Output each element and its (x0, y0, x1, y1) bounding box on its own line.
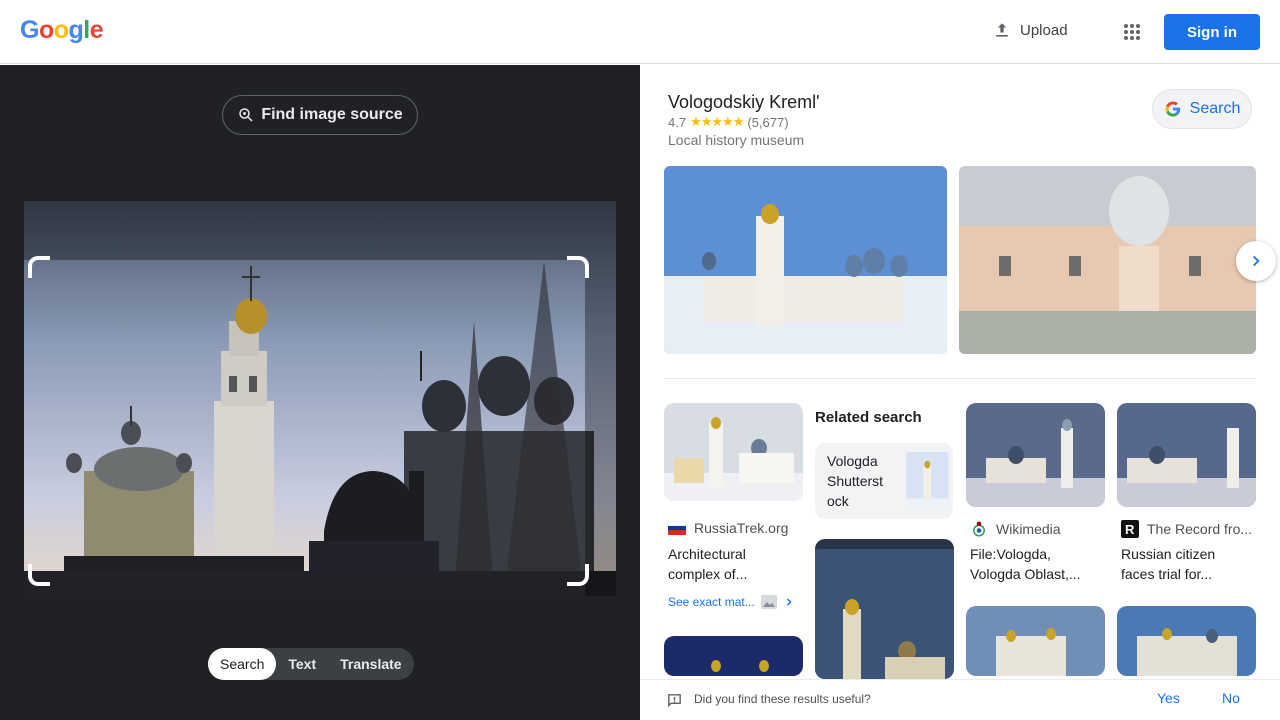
result-source-label: Wikimedia (996, 521, 1061, 537)
result-source-label: The Record fro... (1147, 521, 1253, 537)
entity-rating: 4.7 ★★★★★ (5,677) (668, 114, 789, 130)
kremlin-photo (24, 201, 616, 596)
tab-text[interactable]: Text (276, 648, 328, 680)
result-image[interactable] (664, 636, 803, 676)
lens-search-icon (239, 108, 253, 122)
result-source[interactable]: RussiaTrek.org (668, 520, 788, 536)
see-exact-label: See exact mat... (668, 595, 755, 609)
upload-button[interactable]: Upload (992, 20, 1068, 40)
result-source[interactable]: R The Record fro... (1121, 520, 1252, 538)
section-divider (664, 378, 1256, 379)
russia-flag-icon (668, 521, 686, 535)
google-g-icon (1165, 101, 1180, 117)
thumbnail-icon (760, 595, 777, 609)
result-title[interactable]: Architectural complex of... (668, 544, 798, 584)
wikimedia-icon (973, 521, 985, 537)
see-exact-matches-link[interactable]: See exact mat... (668, 595, 795, 609)
sign-in-button[interactable]: Sign in (1164, 14, 1260, 50)
entity-type: Local history museum (668, 132, 805, 148)
crop-handle-bottom-right[interactable] (567, 564, 589, 586)
rating-value: 4.7 (668, 114, 687, 130)
tab-search[interactable]: Search (208, 648, 277, 680)
logo-letter: o (53, 16, 69, 44)
chevron-right-icon (786, 598, 792, 606)
related-search-thumbnail (906, 452, 949, 510)
related-search-card[interactable]: Vologda Shutterst ock (815, 443, 953, 519)
crop-handle-bottom-left[interactable] (28, 564, 50, 586)
gallery-next-button[interactable] (1236, 241, 1276, 281)
review-count: (5,677) (747, 114, 789, 130)
google-logo[interactable]: Google (20, 16, 104, 45)
find-image-source-button[interactable]: Find image source (222, 95, 418, 135)
the-record-icon: R (1121, 520, 1139, 538)
mode-tabs: Search Text Translate (208, 648, 414, 680)
result-title[interactable]: Russian citizen faces trial for... (1121, 544, 1251, 584)
result-image[interactable] (966, 403, 1105, 507)
upload-label: Upload (1020, 21, 1068, 39)
tab-translate[interactable]: Translate (328, 648, 413, 680)
gallery-image[interactable] (664, 166, 947, 354)
result-image[interactable] (1117, 403, 1256, 507)
related-search-heading: Related search (815, 409, 922, 426)
star-rating-icon: ★★★★★ (690, 114, 744, 129)
feedback-bar: Did you find these results useful? Yes N… (640, 679, 1280, 720)
result-image[interactable] (664, 403, 803, 501)
result-image[interactable] (1117, 606, 1256, 676)
logo-letter: o (38, 16, 54, 44)
logo-letter: G (20, 16, 39, 44)
result-image[interactable] (966, 606, 1105, 676)
chevron-right-icon (1253, 255, 1260, 267)
find-image-source-label: Find image source (261, 106, 403, 123)
crop-handle-top-left[interactable] (28, 256, 50, 278)
entity-search-label: Search (1189, 100, 1241, 117)
entity-search-button[interactable]: Search (1152, 89, 1252, 129)
query-photo[interactable] (24, 201, 616, 596)
result-source[interactable]: Wikimedia (970, 520, 1061, 538)
image-query-panel: Find image source Search Text Translate (0, 65, 640, 720)
entity-title[interactable]: Vologodskiy Kreml' (668, 92, 820, 113)
result-image[interactable] (815, 539, 954, 679)
result-source-label: RussiaTrek.org (694, 520, 789, 536)
crop-handle-top-right[interactable] (567, 256, 589, 278)
svg-text:R: R (1125, 522, 1135, 537)
logo-letter: e (89, 16, 104, 44)
gallery-image[interactable] (959, 166, 1256, 354)
top-bar: Google Upload Sign in (0, 0, 1280, 64)
results-panel: Vologodskiy Kreml' 4.7 ★★★★★ (5,677) Loc… (640, 65, 1280, 720)
result-title[interactable]: File:Vologda, Vologda Oblast,... (970, 544, 1100, 584)
logo-letter: g (68, 16, 84, 44)
feedback-question: Did you find these results useful? (694, 692, 871, 706)
feedback-icon (668, 694, 681, 708)
related-search-label: Vologda Shutterst ock (827, 453, 884, 509)
feedback-no-button[interactable]: No (1222, 690, 1240, 706)
upload-icon (996, 23, 1008, 37)
apps-grid-icon[interactable] (1120, 20, 1144, 44)
feedback-yes-button[interactable]: Yes (1157, 690, 1180, 706)
